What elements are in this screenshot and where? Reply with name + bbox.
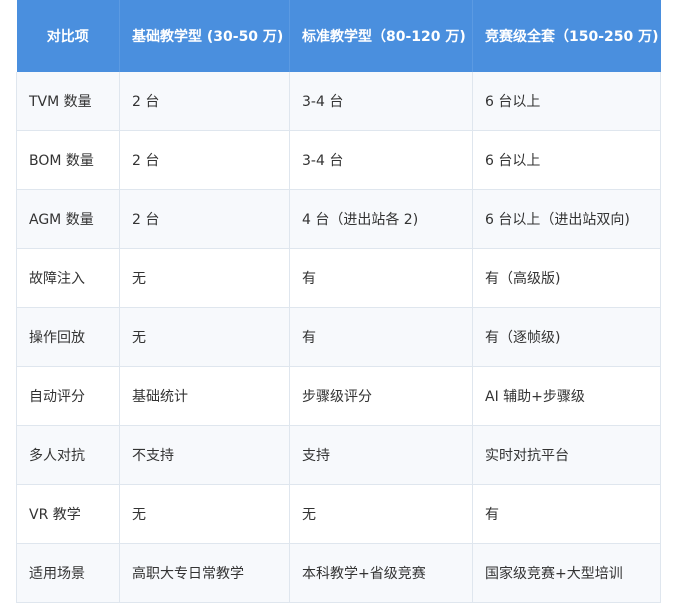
row-label: 操作回放	[16, 307, 120, 367]
table-row: 多人对抗 不支持 支持 实时对抗平台	[16, 425, 661, 485]
header-row: 对比项 基础教学型 (30-50 万) 标准教学型（80-120 万) 竞赛级全…	[16, 0, 661, 72]
table-cell: 6 台以上	[472, 72, 661, 131]
header-cell-competition: 竞赛级全套（150-250 万)	[472, 0, 661, 72]
row-label: TVM 数量	[16, 72, 120, 131]
table-row: 操作回放 无 有 有（逐帧级)	[16, 307, 661, 367]
table-cell: 有	[472, 484, 661, 544]
row-label: 适用场景	[16, 543, 120, 603]
table-cell: 步骤级评分	[289, 366, 473, 426]
table-cell: 无	[119, 307, 290, 367]
comparison-table: 对比项 基础教学型 (30-50 万) 标准教学型（80-120 万) 竞赛级全…	[16, 0, 661, 603]
table-cell: 支持	[289, 425, 473, 485]
table-cell: 2 台	[119, 130, 290, 190]
table-row: BOM 数量 2 台 3-4 台 6 台以上	[16, 130, 661, 190]
table-cell: 3-4 台	[289, 130, 473, 190]
table-row: 故障注入 无 有 有（高级版)	[16, 248, 661, 308]
row-label: VR 教学	[16, 484, 120, 544]
table-cell: 有	[289, 248, 473, 308]
table-cell: 本科教学+省级竞赛	[289, 543, 473, 603]
table-row: TVM 数量 2 台 3-4 台 6 台以上	[16, 72, 661, 131]
table-cell: 不支持	[119, 425, 290, 485]
table-cell: 2 台	[119, 189, 290, 249]
header-cell-standard: 标准教学型（80-120 万)	[289, 0, 473, 72]
table-cell: 4 台（进出站各 2)	[289, 189, 473, 249]
table-cell: 基础统计	[119, 366, 290, 426]
table-cell: 有（高级版)	[472, 248, 661, 308]
table-cell: 无	[119, 484, 290, 544]
table-cell: 无	[119, 248, 290, 308]
row-label: AGM 数量	[16, 189, 120, 249]
table-cell: 无	[289, 484, 473, 544]
table-row: AGM 数量 2 台 4 台（进出站各 2) 6 台以上（进出站双向)	[16, 189, 661, 249]
row-label: 多人对抗	[16, 425, 120, 485]
table-cell: 实时对抗平台	[472, 425, 661, 485]
header-cell-item: 对比项	[16, 0, 120, 72]
table-row: 适用场景 高职大专日常教学 本科教学+省级竞赛 国家级竞赛+大型培训	[16, 543, 661, 603]
header-cell-basic: 基础教学型 (30-50 万)	[119, 0, 290, 72]
table-cell: 国家级竞赛+大型培训	[472, 543, 661, 603]
table-cell: 3-4 台	[289, 72, 473, 131]
table-row: VR 教学 无 无 有	[16, 484, 661, 544]
table-cell: 6 台以上（进出站双向)	[472, 189, 661, 249]
table-cell: 高职大专日常教学	[119, 543, 290, 603]
comparison-table-container: 对比项 基础教学型 (30-50 万) 标准教学型（80-120 万) 竞赛级全…	[16, 0, 661, 603]
table-cell: 6 台以上	[472, 130, 661, 190]
table-cell: 有（逐帧级)	[472, 307, 661, 367]
table-cell: AI 辅助+步骤级	[472, 366, 661, 426]
row-label: BOM 数量	[16, 130, 120, 190]
table-header: 对比项 基础教学型 (30-50 万) 标准教学型（80-120 万) 竞赛级全…	[16, 0, 661, 72]
table-cell: 2 台	[119, 72, 290, 131]
row-label: 故障注入	[16, 248, 120, 308]
table-cell: 有	[289, 307, 473, 367]
table-row: 自动评分 基础统计 步骤级评分 AI 辅助+步骤级	[16, 366, 661, 426]
table-body: TVM 数量 2 台 3-4 台 6 台以上 BOM 数量 2 台 3-4 台 …	[16, 72, 661, 603]
row-label: 自动评分	[16, 366, 120, 426]
